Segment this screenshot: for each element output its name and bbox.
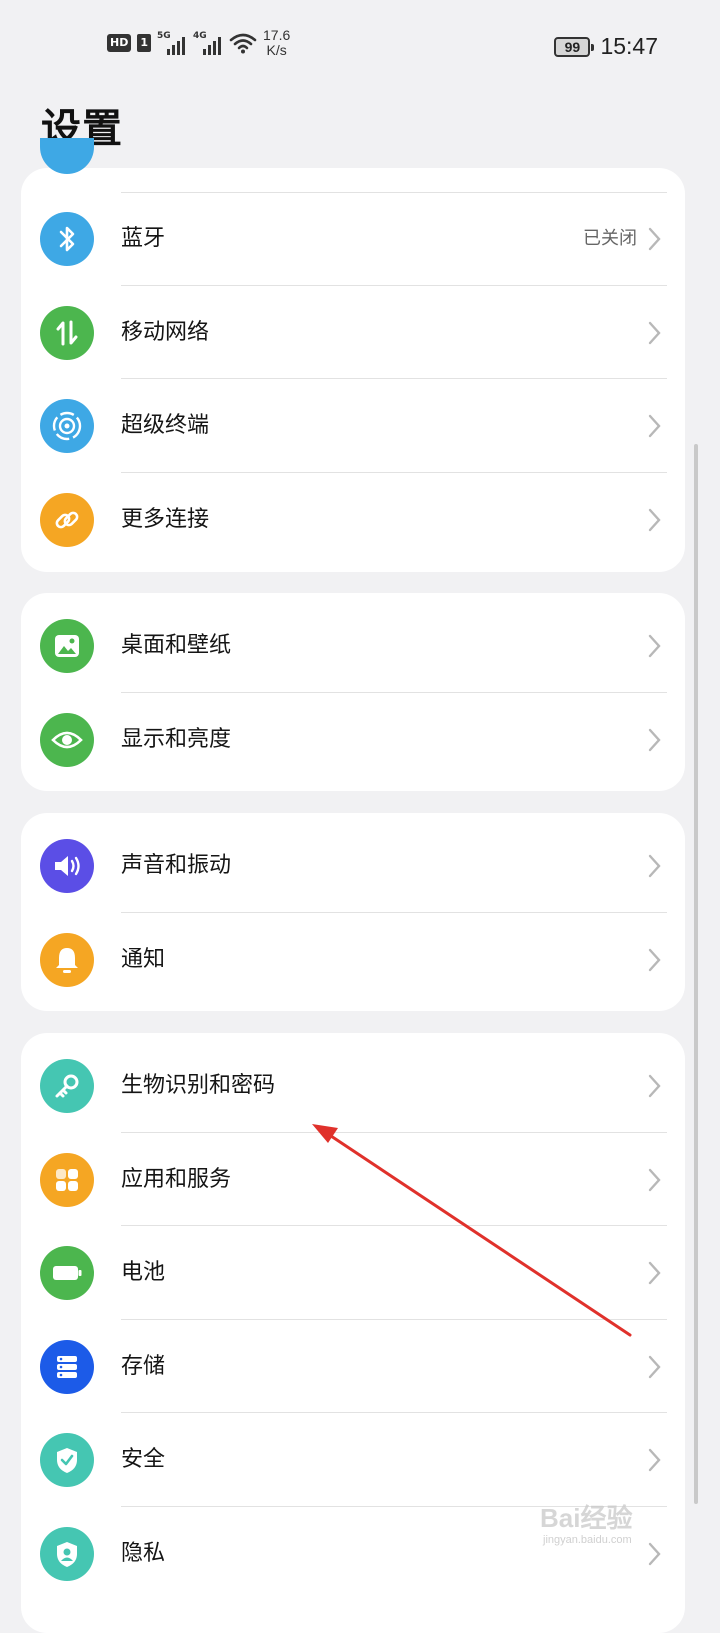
key-icon	[40, 1059, 94, 1113]
battery-indicator-icon: 99	[554, 36, 595, 57]
shield-icon	[40, 1433, 94, 1487]
settings-item-label: 电池	[121, 1260, 166, 1285]
chevron-right-icon	[648, 1448, 661, 1472]
chevron-right-icon	[648, 1355, 661, 1378]
bell-icon	[40, 932, 94, 987]
settings-item-label: 声音和振动	[121, 853, 232, 878]
settings-group-connectivity: 蓝牙 已关闭 移动网络 超级终端 更多连接	[21, 138, 685, 572]
signal-4g-icon: 4G	[193, 31, 223, 55]
status-bar-right: 99 15:47	[554, 33, 658, 60]
network-speed-unit: K/s	[266, 42, 287, 58]
settings-group-sound: 声音和振动 通知	[21, 813, 685, 1011]
settings-item-more-connections[interactable]: 更多连接	[21, 473, 685, 567]
settings-item-apps[interactable]: 应用和服务	[21, 1133, 685, 1226]
settings-item-label: 安全	[121, 1447, 166, 1472]
settings-item-label: 生物识别和密码	[121, 1073, 276, 1098]
wallpaper-icon	[40, 619, 94, 673]
signal-5g-icon: 5G	[157, 31, 187, 55]
settings-item-storage[interactable]: 存储	[21, 1320, 685, 1413]
chevron-right-icon	[648, 321, 661, 344]
chevron-right-icon	[648, 414, 661, 438]
link-icon	[40, 492, 94, 547]
settings-item-bluetooth[interactable]: 蓝牙 已关闭	[21, 192, 685, 286]
settings-item-label: 通知	[121, 946, 166, 972]
settings-item-label: 更多连接	[121, 506, 210, 532]
chevron-right-icon	[648, 1542, 661, 1565]
settings-item-notifications[interactable]: 通知	[21, 913, 685, 1007]
settings-item-wallpaper[interactable]: 桌面和壁纸	[21, 599, 685, 693]
wifi-icon	[229, 33, 257, 54]
settings-item-label: 超级终端	[121, 413, 210, 438]
chevron-right-icon	[648, 1261, 661, 1285]
settings-group-display: 桌面和壁纸 显示和亮度	[21, 593, 685, 791]
chevron-right-icon	[648, 854, 661, 878]
network-speed: 17.6 K/s	[263, 28, 290, 58]
settings-item-label: 桌面和壁纸	[121, 633, 232, 658]
watermark-brand: Bai经验	[540, 1503, 633, 1533]
network-speed-value: 17.6	[263, 27, 291, 43]
chevron-right-icon	[648, 634, 661, 658]
settings-item-display[interactable]: 显示和亮度	[21, 693, 685, 787]
chevron-right-icon	[648, 1168, 661, 1191]
eye-icon	[40, 712, 94, 767]
super-device-icon	[40, 399, 94, 453]
status-bar-left: HD 1 5G 4G 17.6 K/s	[107, 28, 290, 58]
hd-voice-badge: HD	[107, 34, 132, 52]
scrollbar[interactable]	[694, 444, 698, 1504]
bluetooth-status-value: 已关闭	[583, 228, 637, 249]
settings-item-security[interactable]: 安全	[21, 1413, 685, 1507]
settings-item-mobile-network[interactable]: 移动网络	[21, 286, 685, 379]
storage-icon	[40, 1339, 94, 1394]
settings-item-label: 显示和亮度	[121, 726, 232, 752]
settings-item-super-device[interactable]: 超级终端	[21, 379, 685, 473]
settings-item-label: 应用和服务	[121, 1166, 232, 1192]
sim-badge: 1	[137, 34, 151, 52]
chevron-right-icon	[648, 227, 661, 251]
settings-item-label: 移动网络	[121, 319, 210, 345]
settings-item-label: 蓝牙	[121, 226, 166, 251]
clock: 15:47	[600, 33, 658, 59]
apps-icon	[40, 1152, 94, 1207]
settings-item-biometrics[interactable]: 生物识别和密码	[21, 1039, 685, 1133]
partial-top-icon	[40, 138, 94, 174]
chevron-right-icon	[648, 728, 661, 751]
privacy-icon	[40, 1526, 94, 1581]
speaker-icon	[40, 839, 94, 893]
settings-item-label: 存储	[121, 1353, 166, 1379]
battery-icon	[40, 1246, 94, 1300]
bluetooth-icon	[40, 212, 94, 266]
chevron-right-icon	[648, 508, 661, 531]
chevron-right-icon	[648, 948, 661, 971]
watermark-url: jingyan.baidu.com	[543, 1534, 632, 1546]
settings-item-battery[interactable]: 电池	[21, 1226, 685, 1320]
settings-item-sound[interactable]: 声音和振动	[21, 819, 685, 913]
battery-level: 99	[564, 38, 581, 55]
chevron-right-icon	[648, 1074, 661, 1098]
settings-item-label: 隐私	[121, 1540, 166, 1566]
mobile-data-icon	[40, 305, 94, 360]
status-bar: HD 1 5G 4G 17.6 K/s 99 15:47	[0, 0, 720, 90]
